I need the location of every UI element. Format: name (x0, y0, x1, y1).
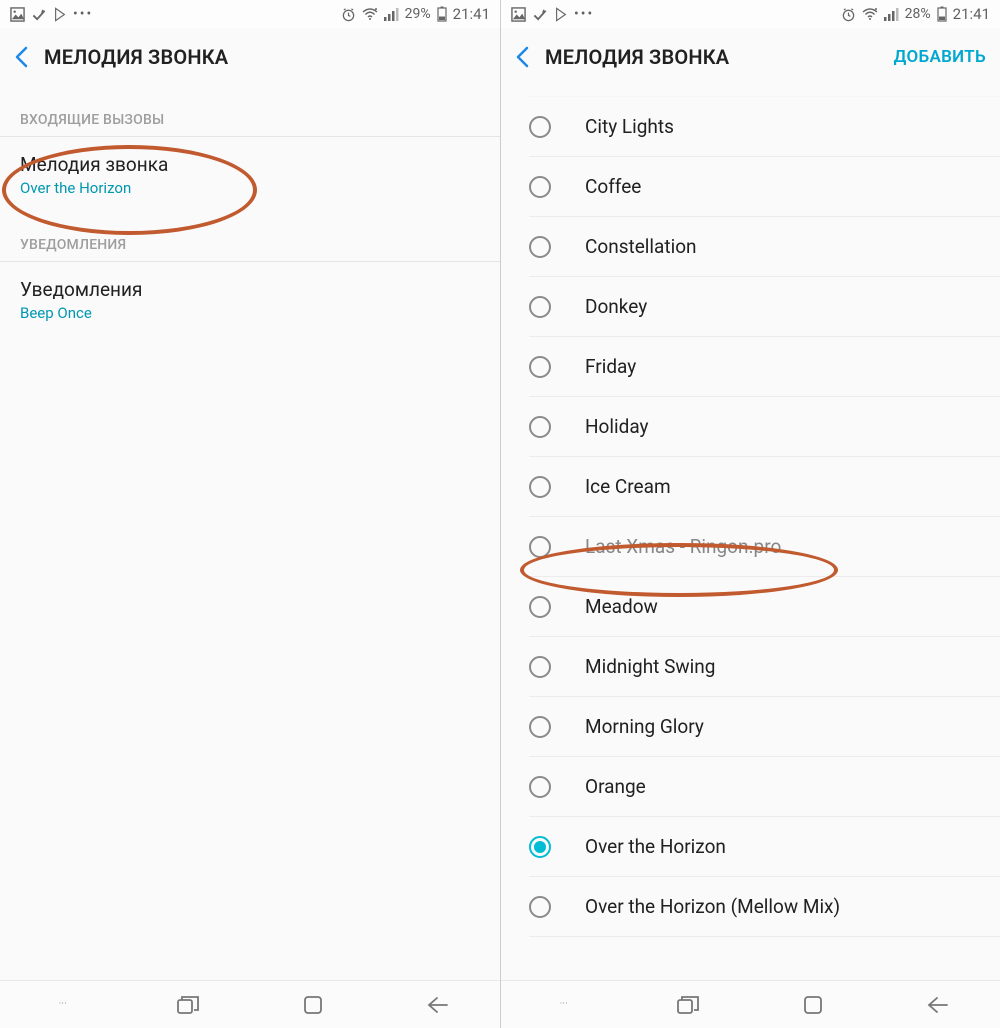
notification-setting-value: Beep Once (20, 304, 480, 322)
ringtone-item[interactable]: Orange (529, 757, 1000, 817)
phone-screen-right: ••• 28% 21:41 МЕЛОДИЯ ЗВОНКА ДОБАВИТЬ (500, 0, 1000, 1028)
radio-icon[interactable] (529, 536, 551, 558)
back-button[interactable] (515, 46, 545, 68)
alarm-icon (841, 7, 856, 22)
image-notif-icon (511, 7, 526, 22)
notification-setting-title: Уведомления (20, 278, 480, 301)
ringtone-label: Donkey (585, 295, 647, 318)
signal-icon (884, 8, 899, 21)
alarm-icon (341, 7, 356, 22)
clock: 21:41 (453, 5, 490, 23)
header: МЕЛОДИЯ ЗВОНКА ДОБАВИТЬ (501, 28, 1000, 86)
nav-recents-button[interactable] (176, 993, 200, 1017)
page-title: МЕЛОДИЯ ЗВОНКА (545, 45, 894, 69)
ringtone-label: Over the Horizon (585, 835, 726, 858)
signal-icon (384, 8, 399, 21)
play-store-icon (53, 7, 67, 22)
battery-icon (437, 6, 447, 22)
radio-icon[interactable] (529, 356, 551, 378)
status-bar: ••• 29% 21:41 (0, 0, 500, 28)
battery-icon (937, 6, 947, 22)
ringtone-label: Ice Cream (585, 475, 671, 498)
check-notif-icon (532, 7, 548, 22)
nav-home-button[interactable] (301, 993, 325, 1017)
clock: 21:41 (953, 5, 990, 23)
more-notifs-icon: ••• (574, 6, 594, 22)
check-notif-icon (31, 7, 47, 22)
nav-recents-button[interactable] (676, 993, 700, 1017)
radio-icon[interactable] (529, 416, 551, 438)
ringtone-item[interactable]: Ice Cream (529, 457, 1000, 517)
ringtone-label: Friday (585, 355, 636, 378)
ringtone-item[interactable]: City Lights (529, 97, 1000, 157)
ringtone-label: Last Xmas - Ringon.pro (585, 535, 781, 558)
nav-back-button[interactable] (426, 993, 450, 1017)
ringtone-item[interactable]: Coffee (529, 157, 1000, 217)
page-title: МЕЛОДИЯ ЗВОНКА (44, 45, 486, 69)
ringtone-item[interactable]: Morning Glory (529, 697, 1000, 757)
radio-icon[interactable] (529, 236, 551, 258)
ringtone-list: City Lights Coffee Constellation Donkey Frid… (501, 86, 1000, 937)
ringtone-item[interactable]: Over the Horizon (Mellow Mix) (529, 877, 1000, 937)
radio-icon[interactable] (529, 656, 551, 678)
nav-back-button[interactable] (926, 993, 950, 1017)
ringtone-partial-item[interactable] (529, 86, 1000, 97)
wifi-icon (862, 8, 878, 21)
header: МЕЛОДИЯ ЗВОНКА (0, 28, 500, 86)
section-incoming-calls: ВХОДЯЩИЕ ВЫЗОВЫ (0, 86, 500, 137)
more-notifs-icon: ••• (73, 6, 93, 22)
ringtone-item[interactable]: Meadow (529, 577, 1000, 637)
ringtone-label: City Lights (585, 115, 674, 138)
radio-icon[interactable] (529, 896, 551, 918)
nav-menu-button[interactable]: ⋮ (51, 993, 75, 1017)
phone-screen-left: ••• 29% 21:41 МЕЛОДИЯ ЗВОНКА ВХОДЯЩИЕ ВЫ… (0, 0, 500, 1028)
ringtone-item[interactable]: Last Xmas - Ringon.pro (529, 517, 1000, 577)
ringtone-label: Coffee (585, 175, 641, 198)
radio-icon[interactable] (529, 296, 551, 318)
radio-icon[interactable] (529, 776, 551, 798)
ringtone-content: City Lights Coffee Constellation Donkey Frid… (501, 86, 1000, 980)
ringtone-label: Meadow (585, 595, 658, 618)
battery-percent: 29% (405, 6, 431, 22)
ringtone-item[interactable]: Donkey (529, 277, 1000, 337)
ringtone-item[interactable]: Midnight Swing (529, 637, 1000, 697)
play-store-icon (554, 7, 568, 22)
image-notif-icon (10, 7, 25, 22)
ringtone-label: Midnight Swing (585, 655, 715, 678)
radio-icon[interactable] (529, 716, 551, 738)
ringtone-label: Holiday (585, 415, 649, 438)
ringtone-setting-title: Мелодия звонка (20, 153, 480, 176)
radio-icon[interactable] (529, 596, 551, 618)
nav-home-button[interactable] (801, 993, 825, 1017)
radio-icon[interactable] (529, 476, 551, 498)
ringtone-label: Constellation (585, 235, 697, 258)
back-button[interactable] (14, 46, 44, 68)
radio-icon[interactable] (529, 836, 551, 858)
nav-bar: ⋮ (0, 980, 500, 1028)
status-bar: ••• 28% 21:41 (501, 0, 1000, 28)
ringtone-label: Morning Glory (585, 715, 704, 738)
add-button[interactable]: ДОБАВИТЬ (894, 47, 986, 67)
ringtone-item[interactable]: Holiday (529, 397, 1000, 457)
wifi-icon (362, 8, 378, 21)
radio-icon[interactable] (529, 176, 551, 198)
ringtone-item[interactable]: Over the Horizon (529, 817, 1000, 877)
ringtone-label: Over the Horizon (Mellow Mix) (585, 895, 840, 918)
ringtone-label: Orange (585, 775, 646, 798)
battery-percent: 28% (905, 6, 931, 22)
ringtone-item[interactable]: Constellation (529, 217, 1000, 277)
ringtone-setting-value: Over the Horizon (20, 179, 480, 197)
settings-content: ВХОДЯЩИЕ ВЫЗОВЫ Мелодия звонка Over the … (0, 86, 500, 980)
nav-bar: ⋮ (501, 980, 1000, 1028)
radio-icon[interactable] (529, 116, 551, 138)
ringtone-setting[interactable]: Мелодия звонка Over the Horizon (0, 137, 500, 211)
nav-menu-button[interactable]: ⋮ (551, 993, 575, 1017)
notification-setting[interactable]: Уведомления Beep Once (0, 262, 500, 336)
section-notifications: УВЕДОМЛЕНИЯ (0, 211, 500, 262)
ringtone-item[interactable]: Friday (529, 337, 1000, 397)
